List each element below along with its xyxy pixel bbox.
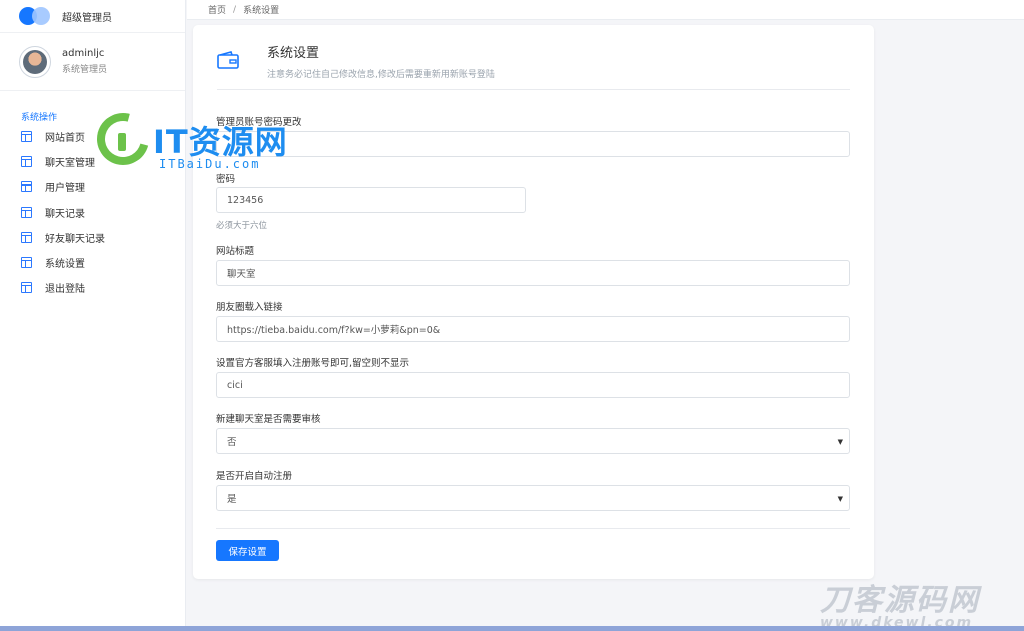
it-watermark: IT资源网 ITBaiDu.com: [87, 103, 317, 175]
moments-link-input[interactable]: https://tieba.baidu.com/f?kw=小萝莉&pn=0&: [216, 316, 850, 342]
sidebar-item-label: 系统设置: [45, 259, 85, 271]
sidebar-item-chat-records[interactable]: 聊天记录: [0, 200, 185, 225]
brand: 超级管理员: [0, 0, 185, 33]
sidebar-item-label: 聊天记录: [45, 208, 85, 220]
save-button[interactable]: 保存设置: [216, 540, 279, 561]
settings-card: 系统设置 注意务必记住自己修改信息,修改后需要重新用新账号登陆 管理员账号密码更…: [193, 25, 874, 579]
service-label: 设置官方客服填入注册账号即可,留空则不显示: [216, 358, 410, 369]
caret-down-icon: ▼: [837, 438, 843, 446]
dk-watermark-title: 刀客源码网: [820, 583, 980, 618]
sidebar-item-system-settings[interactable]: 系统设置: [0, 250, 185, 275]
sidebar-item-label: 退出登陆: [45, 284, 85, 296]
caret-down-icon: ▼: [837, 495, 843, 503]
password-help: 必须大于六位: [216, 221, 268, 231]
form-divider: [216, 528, 850, 529]
breadcrumb-home[interactable]: 首页: [208, 3, 226, 16]
layout-icon: [21, 257, 32, 269]
breadcrumb-current: 系统设置: [243, 6, 280, 16]
layout-icon: [21, 181, 32, 193]
user-name: adminljc: [62, 48, 105, 59]
brand-logo-icon: [19, 6, 53, 26]
bottom-strip: [0, 626, 1024, 631]
auto-register-select-value: 是: [227, 494, 237, 505]
user-role: 系统管理员: [62, 65, 108, 75]
layout-icon: [21, 282, 32, 294]
card-header: 系统设置 注意务必记住自己修改信息,修改后需要重新用新账号登陆: [217, 25, 850, 90]
site-title-input[interactable]: 聊天室: [216, 260, 850, 286]
review-label: 新建聊天室是否需要审核: [216, 414, 321, 425]
breadcrumb-separator: /: [233, 4, 237, 15]
breadcrumb: 首页 / 系统设置: [187, 0, 1024, 20]
sidebar-item-label: 好友聊天记录: [45, 233, 105, 245]
page-subtitle: 注意务必记住自己修改信息,修改后需要重新用新账号登陆: [267, 70, 495, 80]
layout-icon: [21, 131, 32, 143]
sidebar-item-label: 网站首页: [45, 133, 85, 145]
avatar: [19, 45, 51, 78]
review-select[interactable]: 否 ▼: [216, 428, 850, 454]
review-select-value: 否: [227, 437, 237, 448]
password-input[interactable]: 123456: [216, 187, 526, 213]
site-title-label: 网站标题: [216, 246, 255, 257]
layout-icon: [21, 156, 32, 168]
layout-icon: [21, 206, 32, 218]
page-title: 系统设置: [267, 46, 320, 61]
auto-register-label: 是否开启自动注册: [216, 471, 293, 482]
wallet-icon: [217, 51, 239, 69]
sidebar: 超级管理员 adminljc 系统管理员 系统操作 网站首页 聊天室管理 用户管…: [0, 0, 186, 631]
sidebar-item-friend-chat-records[interactable]: 好友聊天记录: [0, 225, 185, 250]
sidebar-item-label: 用户管理: [45, 183, 85, 195]
dk-watermark: 刀客源码网 www.dkewl.com: [820, 575, 1020, 631]
sidebar-item-label: 聊天室管理: [45, 158, 95, 170]
moments-link-label: 朋友圈载入链接: [216, 302, 283, 313]
sidebar-item-user-management[interactable]: 用户管理: [0, 174, 185, 199]
user-profile: adminljc 系统管理员: [0, 33, 185, 91]
brand-name: 超级管理员: [62, 12, 112, 24]
auto-register-select[interactable]: 是 ▼: [216, 485, 850, 511]
service-input[interactable]: cici: [216, 372, 850, 398]
layout-icon: [21, 231, 32, 243]
sidebar-item-logout[interactable]: 退出登陆: [0, 275, 185, 300]
it-watermark-url: ITBaiDu.com: [159, 157, 261, 171]
